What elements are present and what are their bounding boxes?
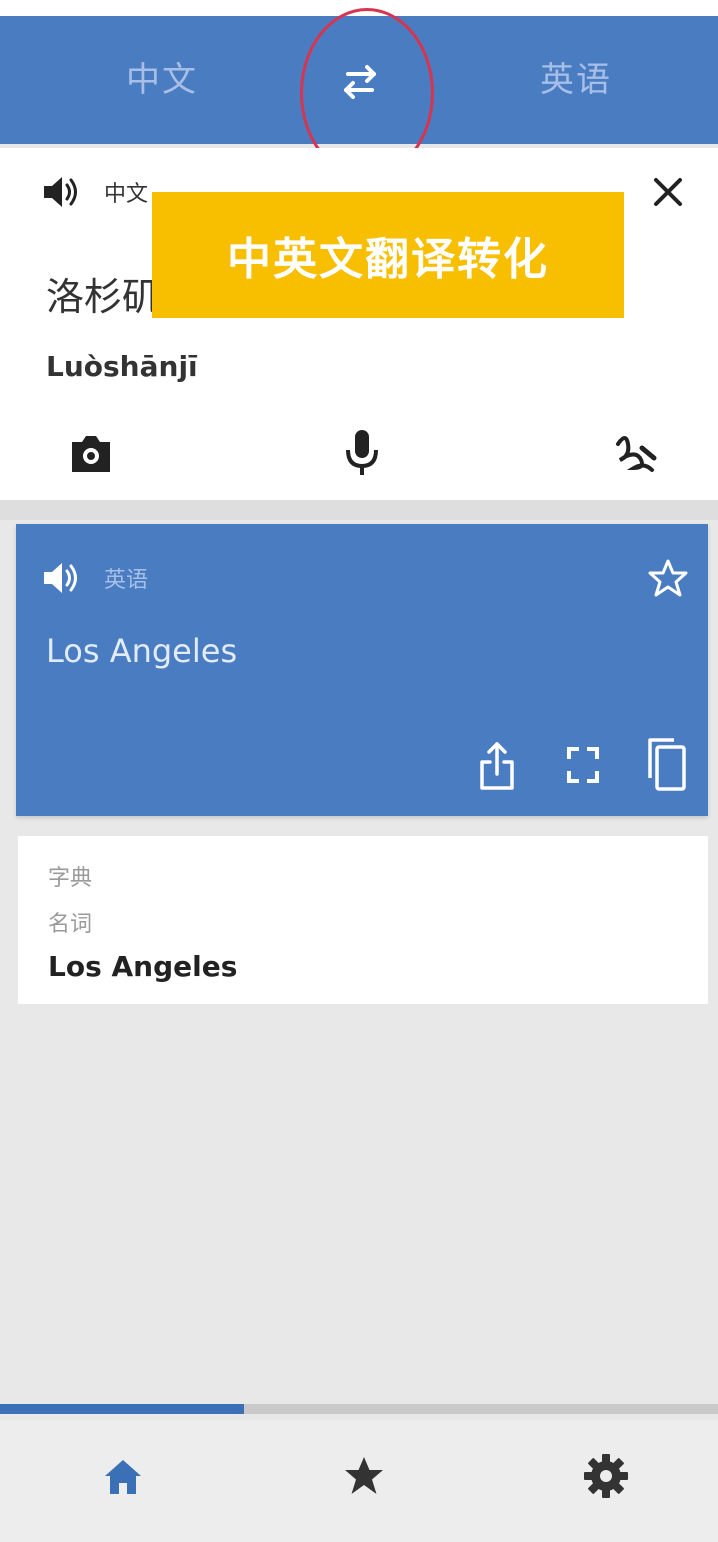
home-icon bbox=[105, 1460, 141, 1494]
dictionary-label: 字典 bbox=[48, 866, 93, 891]
nav-settings-button[interactable] bbox=[582, 1452, 630, 1500]
overlay-banner-text: 中英文翻译转化 bbox=[227, 234, 549, 285]
swap-arrows-icon bbox=[344, 65, 376, 99]
source-language-label: 中文 bbox=[104, 182, 149, 207]
nav-favorites-button[interactable] bbox=[342, 1454, 386, 1498]
camera-button[interactable] bbox=[68, 430, 114, 476]
target-language-button[interactable]: 英语 bbox=[540, 16, 612, 144]
close-icon bbox=[654, 178, 682, 206]
speaker-icon bbox=[44, 563, 77, 593]
settings-icon bbox=[584, 1454, 628, 1498]
bottom-navigation bbox=[0, 1420, 718, 1542]
overlay-banner: 中英文翻译转化 bbox=[152, 192, 624, 318]
dictionary-card: 字典 名词 Los Angeles bbox=[18, 836, 708, 1004]
handwriting-button[interactable] bbox=[612, 428, 658, 478]
part-of-speech-label: 名词 bbox=[48, 912, 93, 937]
source-text[interactable]: 洛杉矶 bbox=[46, 266, 160, 321]
translation-result-card: 英语 Los Angeles bbox=[16, 524, 708, 816]
target-language-label: 英语 bbox=[104, 568, 149, 593]
dictionary-entry[interactable]: Los Angeles bbox=[48, 950, 237, 983]
source-language-button[interactable]: 中文 bbox=[126, 16, 198, 144]
fullscreen-button[interactable] bbox=[566, 746, 600, 784]
favorite-button[interactable] bbox=[648, 558, 688, 598]
fullscreen-icon bbox=[567, 747, 599, 783]
star-icon bbox=[345, 1457, 383, 1494]
speaker-icon bbox=[44, 177, 77, 207]
swap-languages-button[interactable] bbox=[330, 54, 390, 108]
source-speak-button[interactable] bbox=[40, 172, 80, 212]
status-strip bbox=[0, 0, 718, 16]
copy-button[interactable] bbox=[644, 736, 688, 792]
copy-icon bbox=[648, 738, 686, 791]
pinyin-text: Luòshānjī bbox=[46, 350, 198, 383]
microphone-icon bbox=[346, 430, 378, 475]
share-icon bbox=[480, 742, 514, 790]
nav-home-button[interactable] bbox=[102, 1456, 144, 1498]
tab-indicator-track bbox=[0, 1404, 718, 1414]
target-speak-button[interactable] bbox=[40, 558, 80, 598]
share-button[interactable] bbox=[478, 740, 516, 792]
camera-icon bbox=[72, 436, 110, 472]
language-header: 中文 英语 bbox=[0, 8, 718, 178]
star-outline-icon bbox=[648, 559, 688, 597]
clear-input-button[interactable] bbox=[650, 174, 686, 210]
tab-indicator-fill bbox=[0, 1404, 245, 1414]
translation-text[interactable]: Los Angeles bbox=[46, 632, 237, 670]
handwriting-icon bbox=[616, 436, 657, 472]
voice-input-button[interactable] bbox=[340, 428, 384, 478]
section-divider bbox=[0, 500, 718, 520]
